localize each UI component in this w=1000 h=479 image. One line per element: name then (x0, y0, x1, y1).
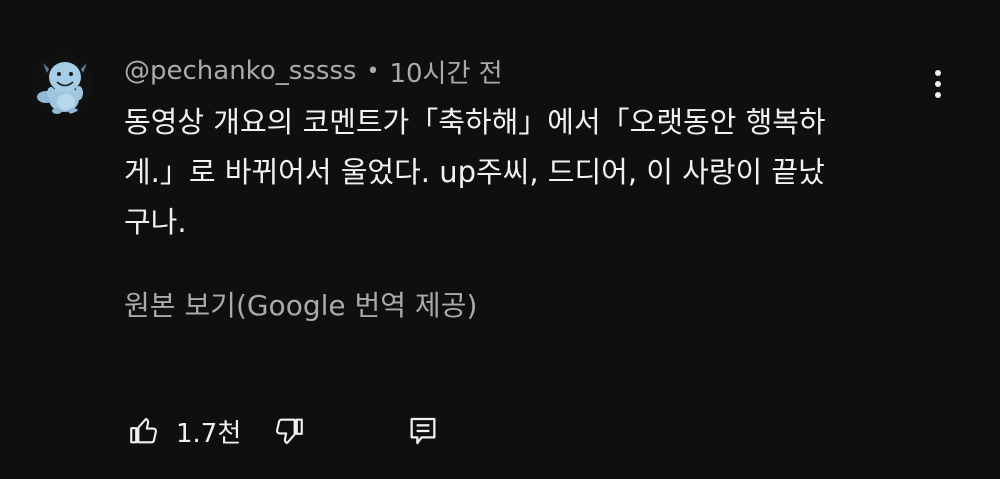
thumb-up-icon (130, 417, 158, 444)
more-options-button[interactable] (920, 62, 956, 106)
thumb-down-icon (276, 418, 304, 445)
comment-text-line: 동영상 개요의 코멘트가「축하해」에서「오랫동안 행복하 (124, 105, 826, 139)
like-button[interactable] (124, 411, 164, 451)
comment-timestamp[interactable]: 10시간 전 (389, 53, 502, 90)
comment-thread: @pechanko_sssss • 10시간 전 동영상 개요의 코멘트가「축하… (0, 0, 1000, 479)
reply-button[interactable] (403, 411, 443, 451)
more-vert-icon-dot (935, 70, 941, 76)
quagsire-avatar-icon (37, 62, 87, 114)
author-name[interactable]: @pechanko_sssss (124, 56, 356, 86)
comment-actions: 1.7천 (124, 406, 443, 456)
more-vert-icon-dot (935, 81, 941, 87)
comment-text-line: 구나. (124, 205, 187, 239)
comment-meta: @pechanko_sssss • 10시간 전 (124, 52, 503, 90)
comment-text-line: 게.」로 바뀌어서 울었다. up주씨, 드디어, 이 사랑이 끝났 (124, 155, 825, 189)
meta-separator: • (366, 58, 380, 84)
like-count: 1.7천 (176, 418, 242, 449)
dislike-button[interactable] (269, 411, 309, 451)
more-vert-icon-dot (935, 92, 941, 98)
reply-comment-icon (410, 417, 436, 445)
comment-body: 동영상 개요의 코멘트가「축하해」에서「오랫동안 행복하 게.」로 바뀌어서 울… (124, 97, 904, 247)
avatar[interactable] (31, 53, 93, 115)
see-original-link[interactable]: 원본 보기(Google 번역 제공) (124, 282, 477, 330)
